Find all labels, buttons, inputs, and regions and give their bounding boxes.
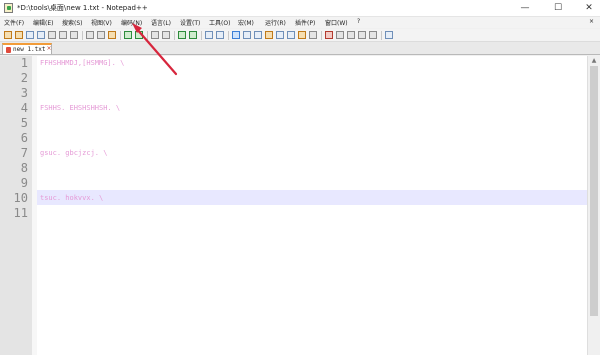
play-multiple-icon[interactable] xyxy=(358,31,366,39)
toolbar-separator xyxy=(147,31,148,40)
sync-horizontal-icon[interactable] xyxy=(216,31,224,39)
fold-margin[interactable] xyxy=(32,56,37,355)
vertical-scrollbar[interactable]: ▲ xyxy=(587,56,600,355)
menu-macro[interactable]: 宏(M) xyxy=(238,18,254,27)
line-number: 3 xyxy=(20,86,28,100)
scroll-up-arrow-icon[interactable]: ▲ xyxy=(588,56,600,66)
find-icon[interactable] xyxy=(151,31,159,39)
code-line[interactable]: tsuc. hokvvx. \ xyxy=(40,191,103,206)
minimize-button[interactable]: — xyxy=(510,0,540,16)
menu-search[interactable]: 搜索(S) xyxy=(62,18,83,27)
scroll-thumb[interactable] xyxy=(590,66,598,316)
title-bar: *D:\tools\桌面\new 1.txt - Notepad++ — ☐ ✕ xyxy=(0,0,600,17)
menu-plugins[interactable]: 插件(P) xyxy=(295,18,315,27)
paste-icon[interactable] xyxy=(108,31,116,39)
zoom-out-icon[interactable] xyxy=(189,31,197,39)
menu-language[interactable]: 语言(L) xyxy=(151,18,171,27)
window-title: *D:\tools\桌面\new 1.txt - Notepad++ xyxy=(17,4,148,12)
menu-settings[interactable]: 设置(T) xyxy=(180,18,200,27)
copy-icon[interactable] xyxy=(97,31,105,39)
line-number: 5 xyxy=(20,116,28,130)
toolbar-separator xyxy=(228,31,229,40)
function-list-icon[interactable] xyxy=(287,31,295,39)
line-number: 2 xyxy=(20,71,28,85)
line-number: 9 xyxy=(20,176,28,190)
toolbar-separator xyxy=(321,31,322,40)
editor-area[interactable]: 1 2 3 4 5 6 7 8 9 10 11 FFHSHHMDJ,[HSMMG… xyxy=(0,56,587,355)
menu-view[interactable]: 视图(V) xyxy=(91,18,112,27)
tab-close-icon[interactable]: × xyxy=(46,46,52,52)
code-line[interactable]: gsuc. gbcjzcj. \ xyxy=(40,146,107,161)
save-all-icon[interactable] xyxy=(37,31,45,39)
close-window-button[interactable]: ✕ xyxy=(574,0,600,16)
close-icon[interactable] xyxy=(48,31,56,39)
current-line-highlight xyxy=(37,190,587,205)
line-number: 1 xyxy=(20,56,28,70)
redo-icon[interactable] xyxy=(135,31,143,39)
save-icon[interactable] xyxy=(26,31,34,39)
maximize-button[interactable]: ☐ xyxy=(543,0,573,16)
folder-workspace-icon[interactable] xyxy=(298,31,306,39)
line-number-gutter: 1 2 3 4 5 6 7 8 9 10 11 xyxy=(0,56,32,355)
play-macro-icon[interactable] xyxy=(347,31,355,39)
new-file-icon[interactable] xyxy=(4,31,12,39)
print-icon[interactable] xyxy=(70,31,78,39)
menu-edit[interactable]: 编辑(E) xyxy=(33,18,53,27)
indent-guide-icon[interactable] xyxy=(254,31,262,39)
menu-encoding[interactable]: 编码(N) xyxy=(121,18,142,27)
sync-vertical-icon[interactable] xyxy=(205,31,213,39)
stop-record-icon[interactable] xyxy=(336,31,344,39)
zoom-in-icon[interactable] xyxy=(178,31,186,39)
close-document-icon[interactable]: × xyxy=(589,18,594,25)
menu-help[interactable]: ? xyxy=(357,18,360,25)
show-all-chars-icon[interactable] xyxy=(243,31,251,39)
notepadpp-app-icon xyxy=(4,3,13,13)
tab-new-1[interactable]: new 1.txt × xyxy=(2,43,52,54)
code-line[interactable]: FSHHS. EHSHSHHSH. \ xyxy=(40,101,120,116)
menu-run[interactable]: 运行(R) xyxy=(265,18,286,27)
line-number: 8 xyxy=(20,161,28,175)
line-number: 4 xyxy=(20,101,28,115)
unsaved-file-icon xyxy=(6,47,11,53)
line-number: 11 xyxy=(13,206,28,220)
toolbar-separator xyxy=(174,31,175,40)
tab-bar: new 1.txt × xyxy=(0,42,600,55)
save-macro-icon[interactable] xyxy=(369,31,377,39)
toolbar-separator xyxy=(120,31,121,40)
tab-label: new 1.txt xyxy=(13,46,46,53)
line-number: 7 xyxy=(20,146,28,160)
line-number: 10 xyxy=(13,191,28,205)
toolbar-separator xyxy=(381,31,382,40)
undo-icon[interactable] xyxy=(124,31,132,39)
cut-icon[interactable] xyxy=(86,31,94,39)
line-number: 6 xyxy=(20,131,28,145)
user-language-icon[interactable] xyxy=(265,31,273,39)
open-file-icon[interactable] xyxy=(15,31,23,39)
menu-tools[interactable]: 工具(O) xyxy=(209,18,230,27)
toolbar-separator xyxy=(82,31,83,40)
monitoring-icon[interactable] xyxy=(309,31,317,39)
replace-icon[interactable] xyxy=(162,31,170,39)
word-wrap-icon[interactable] xyxy=(232,31,240,39)
toolbar xyxy=(0,29,600,42)
doc-map-icon[interactable] xyxy=(276,31,284,39)
close-all-icon[interactable] xyxy=(59,31,67,39)
code-line[interactable]: FFHSHHMDJ,[HSMMG]. \ xyxy=(40,56,124,71)
spell-check-icon[interactable] xyxy=(385,31,393,39)
menu-bar: 文件(F) 编辑(E) 搜索(S) 视图(V) 编码(N) 语言(L) 设置(T… xyxy=(0,17,600,28)
menu-file[interactable]: 文件(F) xyxy=(4,18,24,27)
menu-window[interactable]: 窗口(W) xyxy=(325,18,348,27)
record-macro-icon[interactable] xyxy=(325,31,333,39)
toolbar-separator xyxy=(201,31,202,40)
